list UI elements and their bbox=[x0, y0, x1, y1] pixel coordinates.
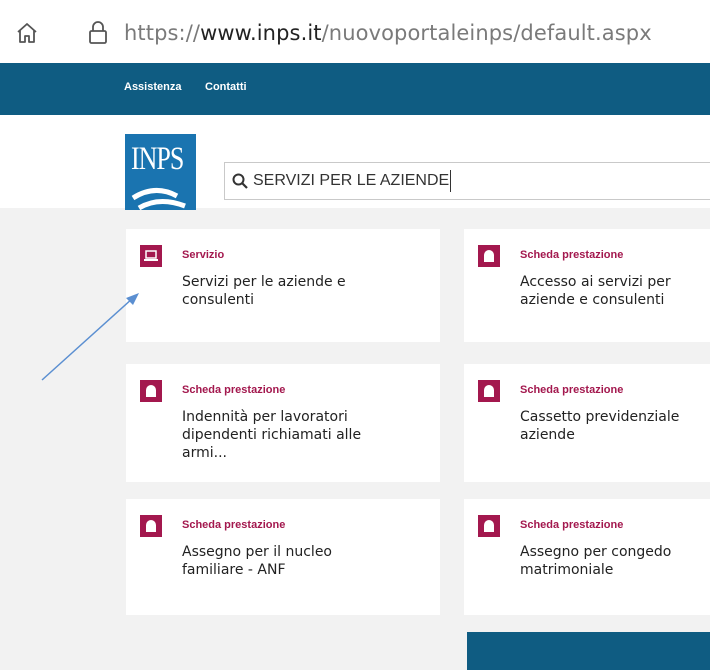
result-card[interactable]: Scheda prestazione Cassetto previdenzial… bbox=[464, 364, 710, 482]
result-card[interactable]: Scheda prestazione Accesso ai servizi pe… bbox=[464, 229, 710, 342]
nav-link-contatti[interactable]: Contatti bbox=[205, 81, 247, 93]
result-card[interactable]: Scheda prestazione Indennità per lavorat… bbox=[126, 364, 440, 482]
nav-link-assistenza[interactable]: Assistenza bbox=[124, 81, 181, 93]
inps-logo[interactable]: INPS bbox=[125, 134, 196, 210]
card-title[interactable]: Cassetto previdenziale aziende bbox=[520, 408, 710, 444]
laptop-icon bbox=[140, 245, 162, 267]
footer-block bbox=[467, 632, 710, 670]
card-type-label: Scheda prestazione bbox=[520, 249, 624, 261]
card-title[interactable]: Indennità per lavoratori dipendenti rich… bbox=[182, 408, 382, 462]
search-value: SERVIZI PER LE AZIENDE bbox=[253, 170, 452, 192]
document-icon bbox=[140, 380, 162, 402]
document-icon bbox=[478, 245, 500, 267]
top-nav-bar: Assistenza Contatti bbox=[0, 63, 710, 115]
card-type-label: Scheda prestazione bbox=[182, 384, 286, 396]
result-card[interactable]: Servizio Servizi per le aziende e consul… bbox=[126, 229, 440, 342]
document-icon bbox=[478, 515, 500, 537]
url-scheme: https:// bbox=[124, 21, 201, 45]
home-icon[interactable] bbox=[14, 20, 40, 46]
document-icon bbox=[478, 380, 500, 402]
card-title[interactable]: Assegno per il nucleo familiare - ANF bbox=[182, 543, 382, 579]
url-host: www.inps.it bbox=[200, 21, 322, 45]
browser-address-bar: https://www.inps.it/nuovoportaleinps/def… bbox=[0, 0, 710, 63]
card-title[interactable]: Assegno per congedo matrimoniale bbox=[520, 543, 710, 579]
card-type-label: Scheda prestazione bbox=[520, 384, 624, 396]
lock-icon[interactable] bbox=[86, 20, 110, 46]
document-icon bbox=[140, 515, 162, 537]
result-card[interactable]: Scheda prestazione Assegno per congedo m… bbox=[464, 499, 710, 615]
search-input[interactable]: SERVIZI PER LE AZIENDE bbox=[224, 162, 710, 200]
card-type-label: Servizio bbox=[182, 249, 225, 261]
card-type-label: Scheda prestazione bbox=[182, 519, 286, 531]
search-icon bbox=[231, 172, 249, 190]
card-type-label: Scheda prestazione bbox=[520, 519, 624, 531]
card-title[interactable]: Accesso ai servizi per aziende e consule… bbox=[520, 273, 710, 309]
url-path: /nuovoportaleinps/default.aspx bbox=[321, 21, 652, 45]
card-title[interactable]: Servizi per le aziende e consulenti bbox=[182, 273, 382, 309]
result-card[interactable]: Scheda prestazione Assegno per il nucleo… bbox=[126, 499, 440, 615]
url-field[interactable]: https://www.inps.it/nuovoportaleinps/def… bbox=[124, 18, 652, 48]
